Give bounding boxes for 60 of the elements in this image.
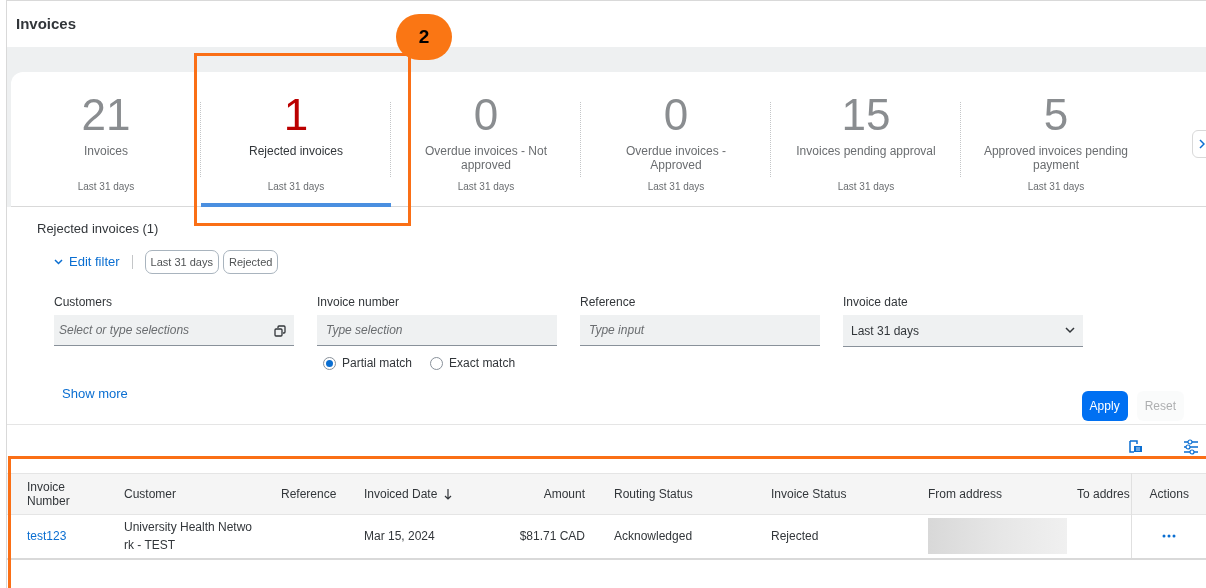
tile-value: 0 <box>473 90 499 140</box>
tile-label: Approved invoices pending payment <box>982 144 1130 172</box>
column-header[interactable]: Reference <box>281 487 337 501</box>
apply-button[interactable]: Apply <box>1081 391 1128 421</box>
chevron-down-icon <box>1065 327 1075 334</box>
chevron-down-icon <box>54 258 63 265</box>
column-header[interactable]: Amount <box>543 487 585 501</box>
tile-value: 5 <box>1043 90 1069 140</box>
tile-period: Last 31 days <box>267 180 325 194</box>
input-field[interactable]: Type input <box>580 315 820 346</box>
match-radio[interactable]: Exact match <box>430 354 516 372</box>
table-cell-text: University Health Netwo rk - TEST <box>124 519 254 555</box>
tile-value: 0 <box>663 90 689 140</box>
column-header[interactable]: To addres <box>1077 487 1130 501</box>
column-header[interactable]: Routing Status <box>614 487 693 501</box>
invoice-link[interactable]: test123 <box>27 527 67 546</box>
field-label: Invoice date <box>843 294 909 309</box>
tile-value: 1 <box>283 90 309 140</box>
copy-icon[interactable] <box>274 325 286 337</box>
edit-filter-toggle[interactable]: Edit filter <box>54 252 120 272</box>
table-cell-text: Mar 15, 2024 <box>364 528 435 546</box>
tile-label: Overdue invoices - Not approved <box>423 144 549 172</box>
tile-period: Last 31 days <box>647 180 705 194</box>
tile-period: Last 31 days <box>77 180 135 194</box>
tile-label: Overdue invoices - Approved <box>624 144 727 172</box>
results-heading: Rejected invoices (1) <box>37 220 160 238</box>
field-label: Customers <box>54 294 113 309</box>
table-cell-text: $81.71 CAD <box>519 528 585 546</box>
tile-label: Invoices <box>83 144 129 158</box>
date-dropdown[interactable]: Last 31 days <box>843 315 1083 347</box>
field-label: Invoice number <box>317 294 401 309</box>
table-cell-text: Rejected <box>771 528 819 546</box>
tile-period: Last 31 days <box>837 180 895 194</box>
tile-label: Rejected invoices <box>247 144 345 158</box>
match-radio[interactable]: Partial match <box>323 354 413 372</box>
tile-label: Invoices pending approval <box>795 144 937 158</box>
tile-value: 21 <box>81 90 131 140</box>
chevron-right-icon <box>1199 139 1205 149</box>
field-label: Reference <box>580 294 637 309</box>
column-header[interactable]: From address <box>928 487 1003 501</box>
table-cell-text: Acknowledged <box>614 528 693 546</box>
filter-chip[interactable]: Last 31 days <box>144 249 219 274</box>
tile-period: Last 31 days <box>1027 180 1085 194</box>
sort-down-icon <box>444 488 453 500</box>
tile-value: 15 <box>841 90 891 140</box>
sliders-icon[interactable] <box>1183 439 1199 455</box>
table-settings-icon[interactable] <box>1127 439 1143 455</box>
filter-chip[interactable]: Rejected <box>222 249 279 274</box>
column-header[interactable]: Invoice Number <box>27 480 87 508</box>
input-field[interactable]: Type selection <box>317 315 557 346</box>
more-icon[interactable] <box>1162 534 1177 539</box>
column-header[interactable]: Invoiced Date <box>364 487 453 501</box>
step-badge: 2 <box>396 14 452 60</box>
column-header[interactable]: Invoice Status <box>771 487 847 501</box>
page-title: Invoices <box>16 13 77 34</box>
show-more-link[interactable]: Show more <box>62 384 128 404</box>
column-header[interactable]: Actions <box>1149 487 1189 501</box>
tile-period: Last 31 days <box>457 180 515 194</box>
column-header[interactable]: Customer <box>124 487 176 501</box>
customers-field[interactable]: Select or type selections <box>54 315 294 346</box>
